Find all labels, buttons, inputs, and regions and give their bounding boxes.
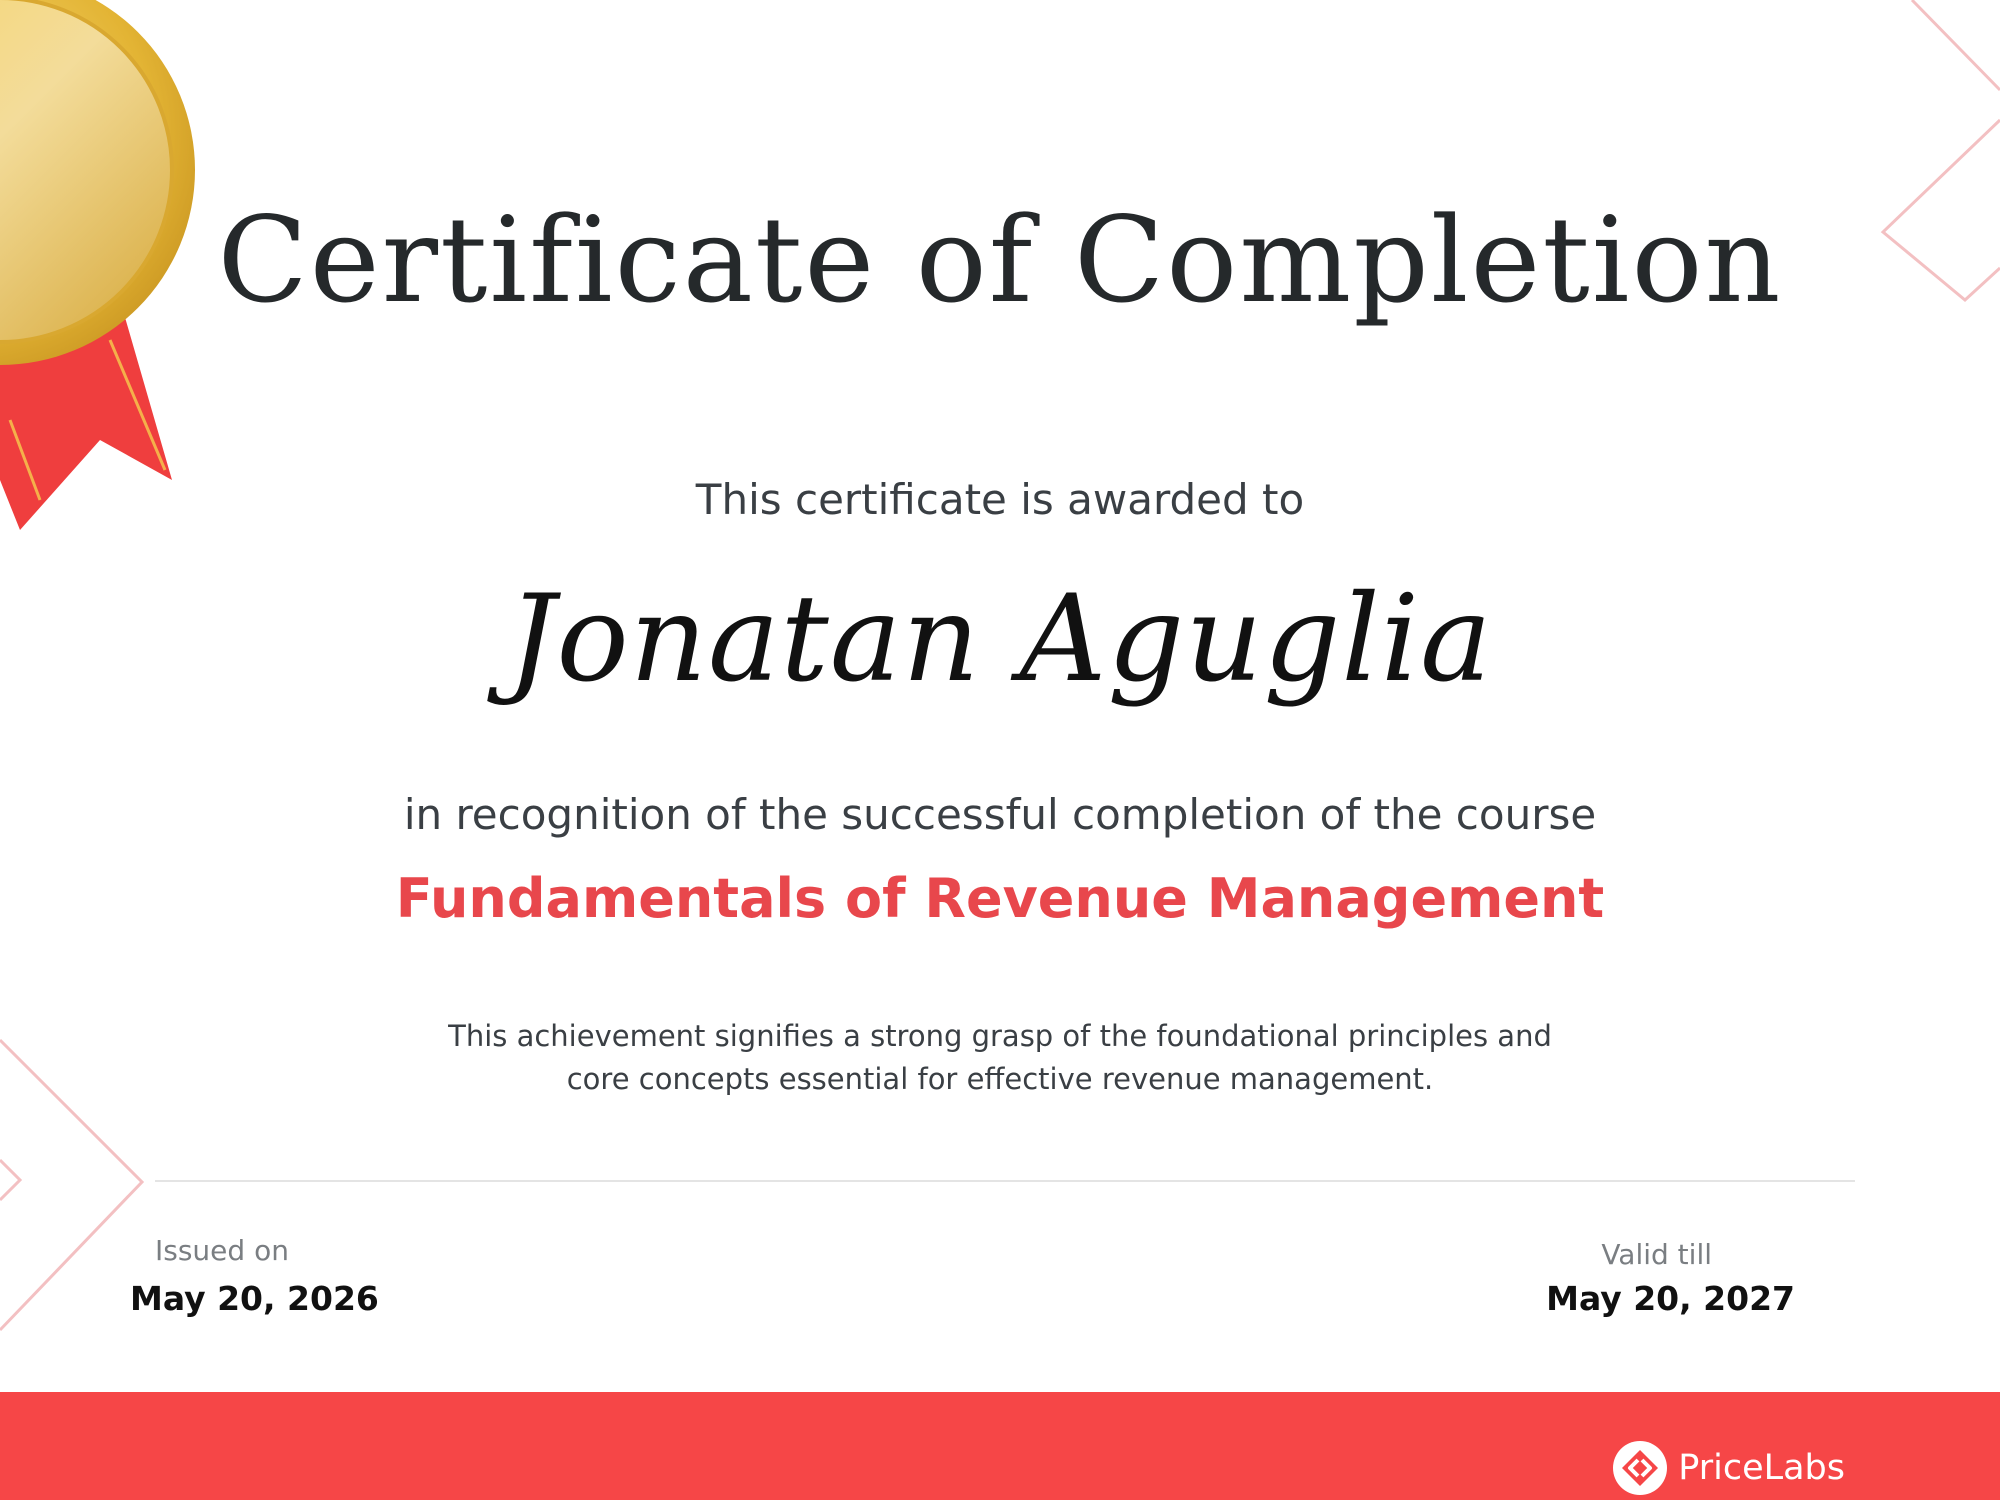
brand-logo: PriceLabs <box>1612 1433 1845 1500</box>
certificate-page: Certificate of Completion This certifica… <box>0 0 2000 1500</box>
awarded-to-text: This certificate is awarded to <box>695 475 1305 524</box>
course-name: Fundamentals of Revenue Management <box>395 867 1605 930</box>
valid-till-label: Valid till <box>1601 1238 1712 1271</box>
description-line-2: core concepts essential for effective re… <box>566 1062 1434 1096</box>
divider <box>155 1180 1855 1182</box>
issued-on-date: May 20, 2026 <box>130 1279 379 1318</box>
brand-name: PriceLabs <box>1678 1448 1845 1488</box>
achievement-description: This achievement signifies a strong gras… <box>400 1015 1600 1101</box>
issued-on-label: Issued on <box>155 1234 289 1267</box>
description-line-1: This achievement signifies a strong gras… <box>448 1019 1552 1053</box>
valid-till-date: May 20, 2027 <box>1546 1279 1795 1318</box>
recognition-text: in recognition of the successful complet… <box>403 790 1597 839</box>
certificate-title: Certificate of Completion <box>217 191 1783 329</box>
pricelabs-logo-icon <box>1613 1441 1668 1495</box>
recipient-name: Jonatan Aguglia <box>507 570 1493 709</box>
